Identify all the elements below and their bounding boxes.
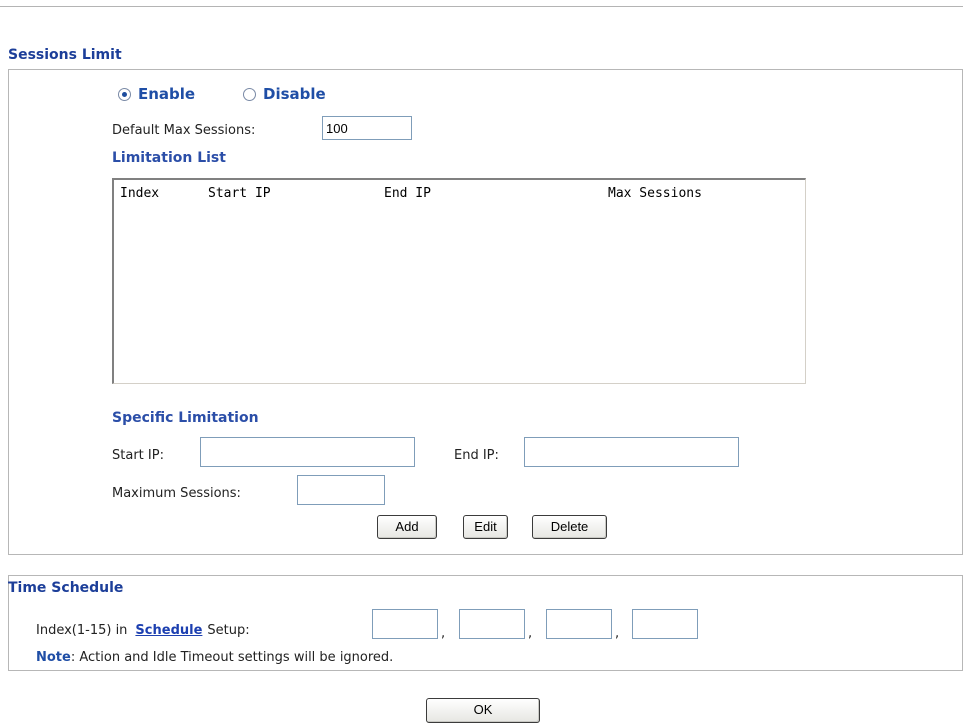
note-label: Note	[36, 650, 71, 665]
time-schedule-note: Note: Action and Idle Timeout settings w…	[36, 650, 393, 665]
schedule-slot-1-input[interactable]	[372, 609, 438, 639]
disable-label: Disable	[263, 85, 326, 103]
sessions-limit-title: Sessions Limit	[8, 47, 122, 63]
schedule-separator-1: ,	[441, 626, 446, 641]
schedule-slot-4-input[interactable]	[632, 609, 698, 639]
top-divider	[0, 6, 963, 7]
schedule-index-prefix: Index(1-15) in	[36, 623, 128, 638]
schedule-separator-2: ,	[528, 626, 533, 641]
default-max-sessions-input[interactable]	[322, 116, 412, 140]
list-column-index: Index	[120, 186, 160, 201]
enable-radio[interactable]	[118, 87, 131, 101]
list-column-end-ip: End IP	[384, 186, 431, 201]
start-ip-label: Start IP:	[112, 448, 164, 463]
enable-label: Enable	[138, 85, 196, 103]
ok-button[interactable]: OK	[426, 698, 540, 723]
schedule-slot-3-input[interactable]	[546, 609, 612, 639]
note-text: : Action and Idle Timeout settings will …	[70, 650, 394, 665]
schedule-link[interactable]: Schedule	[135, 623, 202, 638]
list-column-start-ip: Start IP	[208, 186, 271, 201]
disable-radio-option[interactable]: Disable	[243, 85, 326, 103]
schedule-slot-2-input[interactable]	[459, 609, 525, 639]
end-ip-input[interactable]	[524, 437, 739, 467]
limitation-list-title: Limitation List	[112, 150, 226, 166]
limitation-list[interactable]: Index Start IP End IP Max Sessions	[112, 178, 806, 384]
delete-button[interactable]: Delete	[532, 515, 607, 539]
end-ip-label: End IP:	[454, 448, 499, 463]
enable-radio-option[interactable]: Enable	[118, 85, 195, 103]
disable-radio[interactable]	[243, 87, 256, 101]
schedule-separator-3: ,	[615, 626, 620, 641]
edit-button[interactable]: Edit	[463, 515, 508, 539]
add-button[interactable]: Add	[377, 515, 437, 539]
list-column-max-sessions: Max Sessions	[608, 186, 702, 201]
maximum-sessions-label: Maximum Sessions:	[112, 486, 241, 501]
default-max-sessions-label: Default Max Sessions:	[112, 123, 256, 138]
schedule-index-label: Index(1-15) in Schedule Setup:	[36, 623, 250, 638]
maximum-sessions-input[interactable]	[297, 475, 385, 505]
specific-limitation-title: Specific Limitation	[112, 410, 259, 426]
time-schedule-title: Time Schedule	[8, 580, 124, 596]
start-ip-input[interactable]	[200, 437, 415, 467]
schedule-index-suffix: Setup:	[207, 623, 250, 638]
